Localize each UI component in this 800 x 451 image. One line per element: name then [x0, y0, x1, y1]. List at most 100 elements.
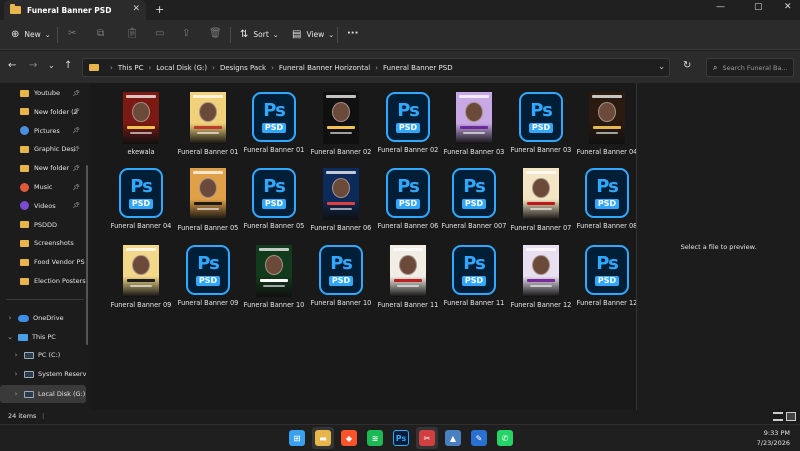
view-button[interactable]: ▤ View ⌄ — [292, 29, 334, 40]
image-file-item[interactable]: Funeral Banner 12 — [508, 240, 574, 316]
chevron-right-icon[interactable]: › — [12, 370, 20, 378]
new-tab-button[interactable]: + — [155, 3, 164, 16]
psd-file-item[interactable]: Ps PSD Funeral Banner 01 — [241, 87, 307, 163]
paste-icon[interactable]: 📋︎ — [126, 28, 139, 39]
breadcrumb-local-disk[interactable]: Local Disk (G:) — [156, 64, 207, 72]
pin-icon: 📌︎ — [72, 202, 80, 210]
taskbar-snipping-tool-button[interactable]: ✂ — [416, 427, 438, 449]
psd-file-item[interactable]: Ps PSD Funeral Banner 04 — [108, 163, 174, 239]
tree-item-system-reserv[interactable]: › System Reserv — [0, 365, 86, 383]
taskbar-photos-button[interactable]: ▲ — [442, 427, 464, 449]
sidebar-item-screenshots[interactable]: Screenshots — [0, 234, 86, 252]
psd-file-item[interactable]: Ps PSD Funeral Banner 06 — [375, 163, 441, 239]
image-file-item[interactable]: Funeral Banner 10 — [241, 240, 307, 316]
taskbar-spotify-button[interactable]: ≋ — [364, 427, 386, 449]
refresh-icon[interactable]: ↻ — [683, 60, 691, 71]
thumbnail-heading — [393, 248, 423, 251]
chevron-right-icon[interactable]: › — [12, 351, 20, 359]
address-dropdown-icon[interactable]: ⌄ — [658, 62, 665, 71]
psd-file-item[interactable]: Ps PSD Funeral Banner 02 — [375, 87, 441, 163]
search-input[interactable]: ⌕ Search Funeral Ba... — [706, 58, 794, 77]
psd-file-item[interactable]: Ps PSD Funeral Banner 12 — [574, 240, 640, 316]
psd-file-item[interactable]: Ps PSD Funeral Banner 007 — [441, 163, 507, 239]
psd-label: PSD — [594, 275, 620, 286]
psd-file-item[interactable]: Ps PSD Funeral Banner 05 — [241, 163, 307, 239]
breadcrumb-this-pc[interactable]: This PC — [118, 64, 144, 72]
chevron-right-icon[interactable]: › — [12, 390, 20, 398]
file-name: Funeral Banner 09 — [110, 301, 172, 309]
ps-logo-text: Ps — [130, 175, 153, 197]
sidebar-scrollbar[interactable] — [86, 165, 88, 345]
image-file-item[interactable]: Funeral Banner 11 — [375, 240, 441, 316]
image-file-item[interactable]: Funeral Banner 09 — [108, 240, 174, 316]
tab-funeral-banner-psd[interactable]: Funeral Banner PSD ✕ — [4, 0, 146, 20]
more-options-button[interactable]: ··· — [347, 28, 358, 39]
sidebar-item-youtube[interactable]: Youtube 📌︎ — [0, 84, 86, 102]
maximize-button[interactable]: ▢ — [754, 2, 763, 12]
tree-item-local-disk-g[interactable]: › Local Disk (G:) — [0, 385, 86, 403]
up-arrow-icon[interactable]: ↑ — [64, 60, 72, 71]
image-file-item[interactable]: Funeral Banner 01 — [175, 87, 241, 163]
cut-icon[interactable]: ✂ — [68, 28, 76, 39]
back-arrow-icon[interactable]: ← — [8, 60, 16, 71]
taskbar-windows-start-button[interactable]: ⊞ — [286, 427, 308, 449]
image-file-item[interactable]: Funeral Banner 03 — [441, 87, 507, 163]
taskbar-file-explorer-button[interactable]: ▬ — [312, 427, 334, 449]
image-file-item[interactable]: ekewala — [108, 87, 174, 163]
sidebar-item-food-vendor-ps[interactable]: Food Vendor PS — [0, 253, 86, 271]
recent-locations-icon[interactable]: ⌄ — [48, 61, 55, 70]
taskbar-whatsapp-button[interactable]: ✆ — [494, 427, 516, 449]
breadcrumb-designs-pack[interactable]: Designs Pack — [220, 64, 266, 72]
image-file-item[interactable]: Funeral Banner 06 — [308, 163, 374, 239]
divider — [230, 27, 231, 43]
psd-file-item[interactable]: Ps PSD Funeral Banner 08 — [574, 163, 640, 239]
chevron-right-icon[interactable]: › — [6, 314, 14, 322]
details-view-icon[interactable] — [773, 412, 783, 421]
sidebar-item-new-folder-2[interactable]: New folder (2 📌︎ — [0, 103, 86, 121]
new-button[interactable]: ⊕ New ⌄ — [11, 29, 51, 40]
psd-file-item[interactable]: Ps PSD Funeral Banner 10 — [308, 240, 374, 316]
tree-item-pc-c[interactable]: › PC (C:) — [0, 346, 86, 364]
taskbar-brave-browser-button[interactable]: ◆ — [338, 427, 360, 449]
address-bar[interactable]: › This PC › Local Disk (G:) › Designs Pa… — [82, 58, 670, 77]
minimize-button[interactable]: — — [716, 2, 725, 12]
delete-icon[interactable]: 🗑︎ — [209, 28, 222, 39]
banner-thumbnail — [390, 245, 426, 297]
psd-file-item[interactable]: Ps PSD Funeral Banner 09 — [175, 240, 241, 316]
folder-icon — [20, 108, 29, 116]
sidebar-item-psddd[interactable]: PSDDD — [0, 216, 86, 234]
breadcrumb-funeral-banner-horizontal[interactable]: Funeral Banner Horizontal — [279, 64, 370, 72]
sidebar-item-label: Graphic Desi — [34, 145, 76, 154]
sidebar-item-new-folder[interactable]: New folder 📌︎ — [0, 159, 86, 177]
large-icons-view-icon[interactable] — [786, 412, 796, 421]
tree-item-onedrive[interactable]: › OneDrive — [0, 309, 86, 327]
image-file-item[interactable]: Funeral Banner 02 — [308, 87, 374, 163]
rename-icon[interactable]: ▭ — [155, 28, 164, 39]
thumbnail-caption — [197, 208, 219, 210]
copy-icon[interactable]: ⧉ — [97, 28, 104, 39]
image-file-item[interactable]: Funeral Banner 05 — [175, 163, 241, 239]
tree-item-this-pc[interactable]: ⌄ This PC — [0, 328, 86, 346]
sort-button[interactable]: ⇅ Sort ⌄ — [240, 29, 279, 40]
tab-close-icon[interactable]: ✕ — [132, 4, 140, 14]
close-window-button[interactable]: ✕ — [784, 2, 792, 12]
sidebar-item-election-posters[interactable]: Election Posters — [0, 272, 86, 290]
psd-file-item[interactable]: Ps PSD Funeral Banner 03 — [508, 87, 574, 163]
sidebar-item-graphic-desi[interactable]: Graphic Desi 📌︎ — [0, 140, 86, 158]
file-name: Funeral Banner 04 — [110, 222, 172, 230]
image-file-item[interactable]: Funeral Banner 04 — [574, 87, 640, 163]
chevron-down-icon[interactable]: ⌄ — [6, 333, 14, 341]
sidebar-item-videos[interactable]: Videos 📌︎ — [0, 197, 86, 215]
taskbar-photoshop-button[interactable]: Ps — [390, 427, 412, 449]
share-icon[interactable]: ⇪ — [182, 28, 190, 39]
image-file-item[interactable]: Funeral Banner 07 — [508, 163, 574, 239]
file-name: Funeral Banner 03 — [510, 146, 572, 154]
sidebar-item-music[interactable]: Music 📌︎ — [0, 178, 86, 196]
psd-file-item[interactable]: Ps PSD Funeral Banner 11 — [441, 240, 507, 316]
taskbar-paint-button[interactable]: ✎ — [468, 427, 490, 449]
breadcrumb-funeral-banner-psd[interactable]: Funeral Banner PSD — [383, 64, 453, 72]
banner-thumbnail — [456, 92, 492, 144]
sidebar-item-pictures[interactable]: Pictures 📌︎ — [0, 122, 86, 140]
system-clock[interactable]: 9:33 PM 7/23/2026 — [757, 428, 790, 448]
forward-arrow-icon[interactable]: → — [29, 60, 37, 71]
